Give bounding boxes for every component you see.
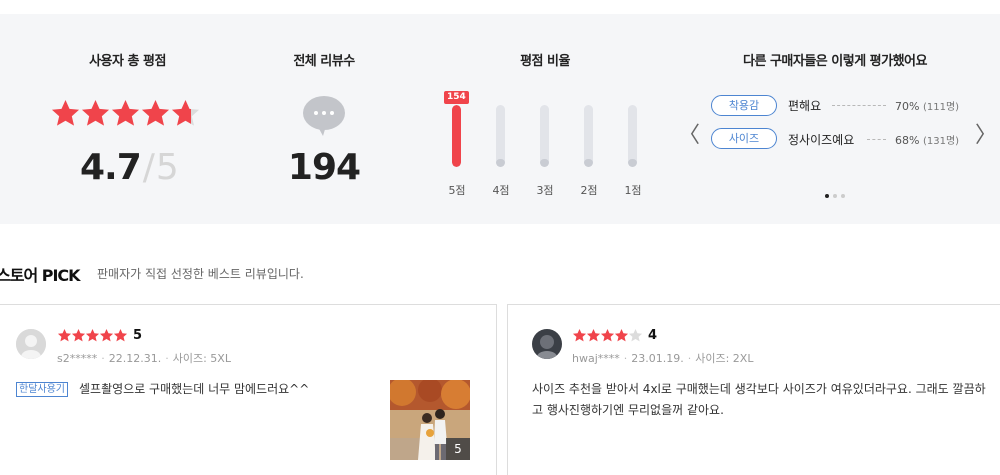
speech-bubble-icon: [302, 96, 346, 140]
review-stars: 5: [57, 328, 142, 343]
review-user: s2*****: [57, 352, 98, 365]
bar-count-badge: 154: [444, 91, 469, 104]
comfort-percent: 70% (111명): [895, 98, 959, 113]
star-rating: [572, 328, 643, 343]
next-arrow-icon[interactable]: 〉: [975, 125, 997, 147]
review-size: 사이즈: 2XL: [695, 352, 754, 365]
avatar: [16, 329, 46, 359]
rating-value: 4.7: [80, 147, 142, 188]
half-star-icon: [171, 99, 200, 126]
bar-fill: [496, 159, 505, 167]
bar-label: 1점: [624, 184, 642, 197]
review-date: 23.01.19.: [631, 352, 684, 365]
distribution-title: 평점 비율: [520, 54, 570, 69]
review-size: 사이즈: 5XL: [172, 352, 231, 365]
size-value: 정사이즈예요: [788, 133, 855, 147]
comfort-count: (111명): [922, 102, 960, 113]
store-pick-description: 판매자가 직접 선정한 베스트 리뷰입니다.: [97, 267, 304, 281]
star-icon: [71, 328, 86, 342]
star-icon: [51, 99, 80, 126]
photo-count: 5: [446, 438, 470, 460]
bar-fill: [452, 105, 461, 167]
rating-summary-panel: 사용자 총 평점 4.7/5 전체 리뷰수 194 평점 비율 5점 154 4점 3…: [0, 14, 1000, 224]
rating-score: 4.7/5: [80, 147, 179, 188]
star-icon: [141, 99, 170, 126]
star-icon: [111, 99, 140, 126]
review-count-value: 194: [287, 147, 361, 188]
review-meta: hwaj**** · 23.01.19. · 사이즈: 2XL: [572, 352, 754, 365]
review-text: 셀프촬영으로 구매했는데 너무 맘에드러요^^: [79, 382, 310, 396]
review-meta: s2***** · 22.12.31. · 사이즈: 5XL: [57, 352, 231, 365]
bar-label: 4점: [492, 184, 510, 197]
star-icon: [600, 328, 615, 342]
size-count: (131명): [922, 136, 960, 147]
review-user: hwaj****: [572, 352, 620, 365]
review-card[interactable]: 5 s2***** · 22.12.31. · 사이즈: 5XL 한달사용기 셀프촬영으…: [0, 304, 497, 475]
bar-fill: [540, 159, 549, 167]
rating-stars: [50, 98, 200, 129]
size-percent-value: 68%: [895, 134, 920, 147]
review-stars: 4: [572, 328, 657, 343]
avatar: [532, 329, 562, 359]
store-pick-title: 스토어 PICK: [0, 266, 81, 285]
prev-arrow-icon[interactable]: 〈: [678, 125, 700, 147]
dotted-leader: [832, 105, 886, 106]
dotted-leader: [867, 139, 886, 140]
carousel-pager: [825, 194, 845, 198]
bar-track: [584, 105, 593, 167]
bar-label: 3점: [536, 184, 554, 197]
bar-label: 2점: [580, 184, 598, 197]
empty-star-icon: [628, 328, 643, 342]
star-icon: [99, 328, 114, 342]
star-icon: [113, 328, 128, 342]
rating-slash: /: [142, 147, 155, 188]
rating-title: 사용자 총 평점: [89, 54, 166, 69]
chip-size: 사이즈: [711, 128, 777, 149]
bar-track: [452, 105, 461, 167]
size-percent: 68% (131명): [895, 132, 959, 147]
rating-max: 5: [155, 147, 179, 188]
bar-track: [628, 105, 637, 167]
star-rating: [57, 328, 128, 343]
star-icon: [57, 328, 72, 342]
star-icon: [572, 328, 587, 342]
bar-track: [496, 105, 505, 167]
bar-label: 5점: [448, 184, 466, 197]
review-rating-number: 5: [133, 328, 143, 343]
bar-fill: [584, 159, 593, 167]
star-icon: [586, 328, 601, 342]
review-text: 사이즈 추천을 받아서 4xl로 구매했는데 생각보다 사이즈가 여유있더라구요…: [532, 382, 986, 417]
review-photo[interactable]: 5: [390, 380, 470, 460]
star-icon: [614, 328, 629, 342]
comfort-value: 편해요: [788, 99, 822, 113]
comfort-percent-value: 70%: [895, 100, 920, 113]
star-icon: [81, 99, 110, 126]
chip-comfort: 착용감: [711, 95, 777, 116]
pager-dot[interactable]: [833, 194, 837, 198]
pager-dot-active[interactable]: [825, 194, 829, 198]
review-tag: 한달사용기: [16, 382, 68, 397]
bar-fill: [628, 159, 637, 167]
pager-dot[interactable]: [841, 194, 845, 198]
review-count-title: 전체 리뷰수: [293, 54, 355, 69]
rating-distribution-chart: 5점 154 4점 3점 2점 1점: [440, 90, 650, 197]
review-rating-number: 4: [648, 328, 658, 343]
others-title: 다른 구매자들은 이렇게 평가했어요: [743, 54, 927, 69]
bar-track: [540, 105, 549, 167]
review-card[interactable]: 4 hwaj**** · 23.01.19. · 사이즈: 2XL 사이즈 추천을 받아…: [507, 304, 1000, 475]
star-icon: [85, 328, 100, 342]
review-date: 22.12.31.: [108, 352, 162, 365]
